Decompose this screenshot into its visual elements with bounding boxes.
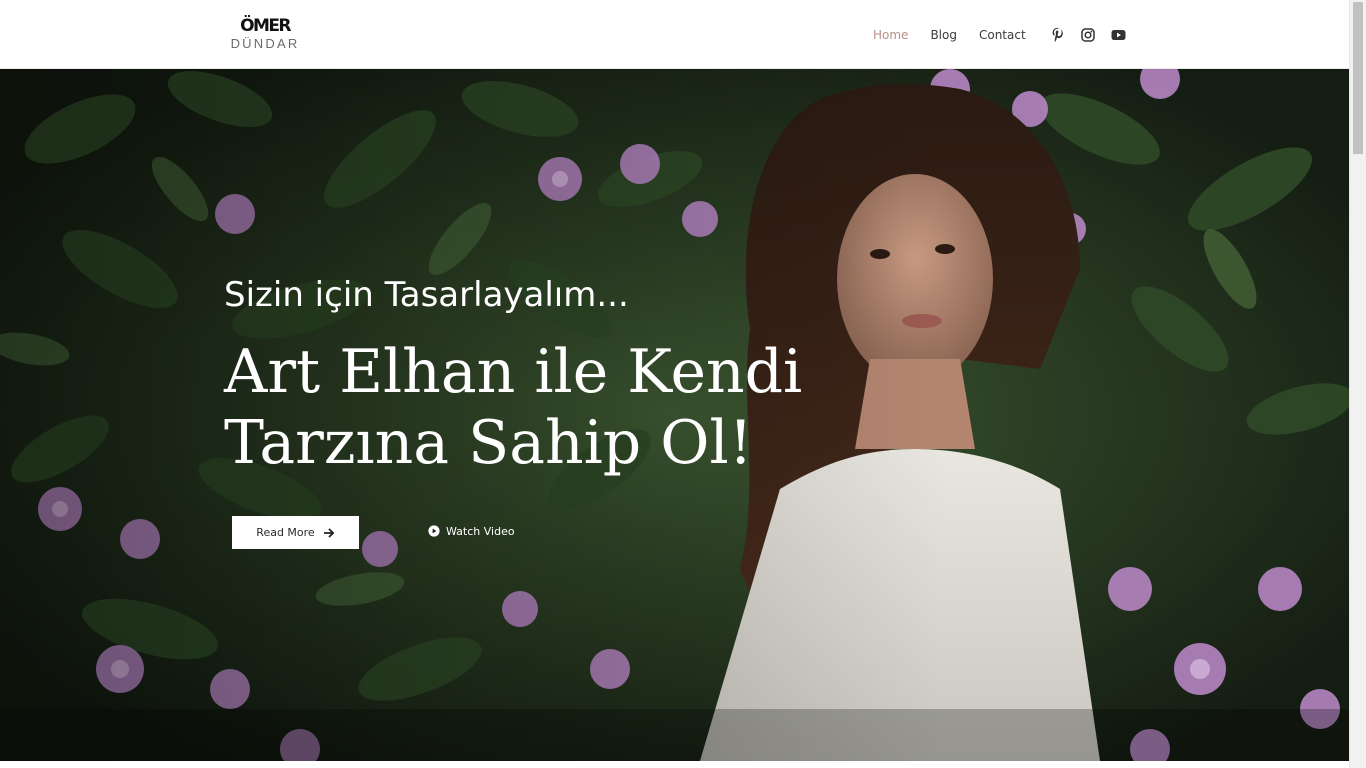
arrow-right-icon [323,528,335,538]
nav-home-link[interactable]: Home [873,28,908,42]
site-header: ÖMER DÜNDAR Home Blog Contact [0,0,1349,69]
nav-blog-link[interactable]: Blog [930,28,957,42]
scrollbar-thumb[interactable] [1353,2,1363,154]
pinterest-icon[interactable] [1049,26,1067,44]
instagram-icon[interactable] [1079,26,1097,44]
hero-subtitle: Sizin için Tasarlayalım... [224,275,629,315]
watch-video-button[interactable]: Watch Video [428,521,515,541]
page-bottom-strip [0,761,1349,768]
nav-contact-link[interactable]: Contact [979,28,1026,42]
logo-name: ÖMER [240,16,291,36]
main-nav: Home Blog Contact [873,26,1048,44]
page-scrollbar[interactable] [1349,0,1366,768]
site-logo[interactable]: ÖMER DÜNDAR [229,16,301,52]
play-circle-icon [428,525,440,537]
youtube-icon[interactable] [1109,26,1127,44]
read-more-button[interactable]: Read More [232,516,359,549]
hero-title: Art Elhan ile Kendi Tarzına Sahip Ol! [224,337,803,478]
watch-video-label: Watch Video [446,524,515,538]
social-links [1049,26,1139,44]
logo-surname: DÜNDAR [230,36,300,51]
read-more-label: Read More [256,526,315,539]
hero-section: Sizin için Tasarlayalım... Art Elhan ile… [0,69,1349,761]
